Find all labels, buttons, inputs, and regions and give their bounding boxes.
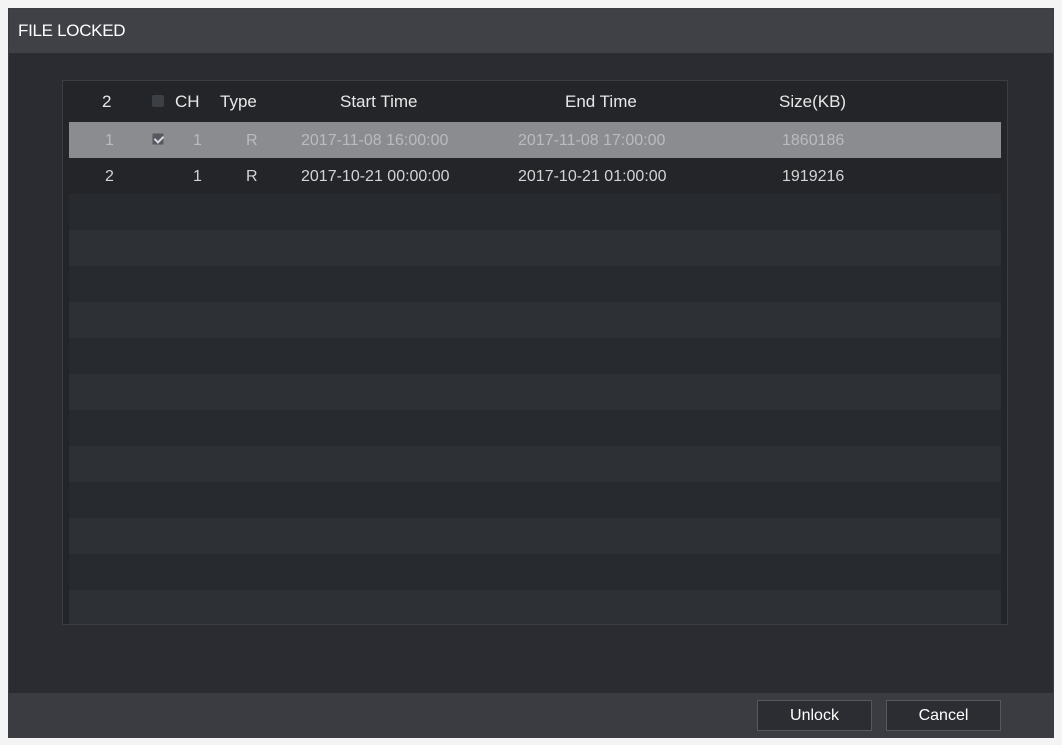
file-locked-dialog: FILE LOCKED 2 CH Type Start Time End Tim… — [8, 8, 1054, 738]
column-header-end-time[interactable]: End Time — [565, 92, 637, 112]
table-row[interactable]: 2 1 R 2017-10-21 00:00:00 2017-10-21 01:… — [69, 158, 1001, 194]
table-row[interactable]: 1 1 R 2017-11-08 16:00:00 2017-11-08 17:… — [69, 122, 1001, 158]
row-size: 1860186 — [782, 132, 845, 149]
row-end-time: 2017-11-08 17:00:00 — [518, 132, 666, 149]
column-header-type[interactable]: Type — [220, 92, 257, 112]
row-type: R — [246, 132, 258, 149]
row-type: R — [246, 168, 258, 185]
empty-row — [69, 554, 1001, 590]
row-channel: 1 — [193, 132, 202, 149]
column-header-start-time[interactable]: Start Time — [340, 92, 417, 112]
row-end-time: 2017-10-21 01:00:00 — [518, 168, 667, 185]
column-header-size[interactable]: Size(KB) — [779, 92, 846, 112]
empty-row — [69, 338, 1001, 374]
cancel-button[interactable]: Cancel — [886, 700, 1001, 731]
table-body: 1 1 R 2017-11-08 16:00:00 2017-11-08 17:… — [69, 122, 1001, 624]
empty-row — [69, 482, 1001, 518]
dialog-title: FILE LOCKED — [9, 9, 1053, 53]
empty-row — [69, 374, 1001, 410]
row-index: 1 — [105, 132, 114, 149]
select-all-checkbox[interactable] — [152, 95, 164, 107]
row-checkbox[interactable] — [152, 133, 164, 145]
empty-row — [69, 590, 1001, 624]
row-index: 2 — [105, 168, 114, 185]
row-channel: 1 — [193, 168, 202, 185]
empty-row — [69, 518, 1001, 554]
table-header: 2 CH Type Start Time End Time Size(KB) — [63, 81, 1007, 121]
empty-row — [69, 266, 1001, 302]
locked-files-table: 2 CH Type Start Time End Time Size(KB) 1… — [62, 80, 1008, 625]
empty-row — [69, 230, 1001, 266]
empty-row — [69, 410, 1001, 446]
row-size: 1919216 — [782, 168, 845, 185]
empty-row — [69, 302, 1001, 338]
row-start-time: 2017-10-21 00:00:00 — [301, 168, 450, 185]
column-header-index: 2 — [102, 92, 112, 111]
column-header-ch[interactable]: CH — [175, 92, 200, 112]
unlock-button[interactable]: Unlock — [757, 700, 872, 731]
empty-row — [69, 194, 1001, 230]
empty-row — [69, 446, 1001, 482]
row-start-time: 2017-11-08 16:00:00 — [301, 132, 449, 149]
dialog-footer: Unlock Cancel — [9, 693, 1053, 737]
